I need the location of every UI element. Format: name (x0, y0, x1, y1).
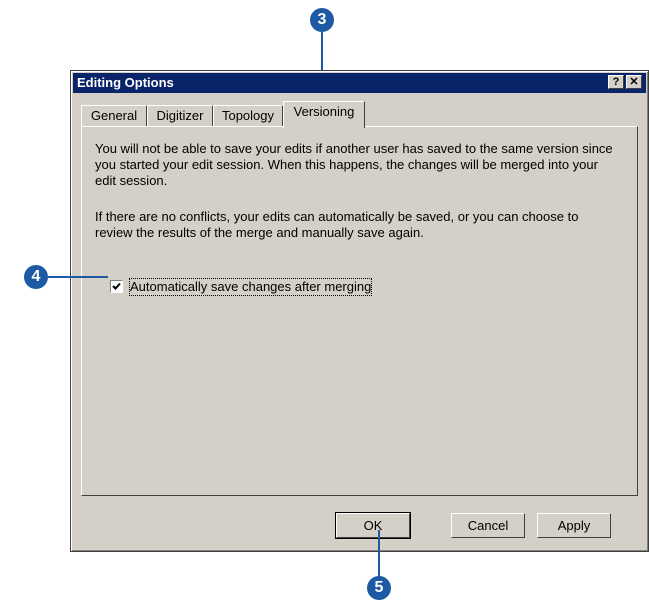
cancel-button[interactable]: Cancel (451, 513, 525, 538)
tab-versioning[interactable]: Versioning (283, 101, 365, 128)
help-button[interactable]: ? (608, 75, 624, 89)
merge-info-text: You will not be able to save your edits … (95, 141, 613, 188)
editing-options-dialog: Editing Options ? ✕ General Digitizer To… (70, 70, 649, 552)
title-bar: Editing Options ? ✕ (73, 73, 646, 93)
versioning-panel: You will not be able to save your edits … (81, 126, 638, 496)
tab-digitizer[interactable]: Digitizer (147, 105, 213, 127)
dialog-title: Editing Options (77, 75, 174, 90)
auto-save-label[interactable]: Automatically save changes after merging (128, 278, 373, 296)
ok-button[interactable]: OK (335, 512, 411, 539)
callout-5-leader (378, 530, 380, 578)
callout-3: 3 (310, 8, 334, 32)
close-button[interactable]: ✕ (626, 75, 642, 89)
auto-save-checkbox[interactable] (110, 280, 123, 293)
apply-button[interactable]: Apply (537, 513, 611, 538)
callout-4-leader (48, 276, 108, 278)
tab-general[interactable]: General (81, 105, 147, 127)
checkmark-icon (112, 282, 121, 290)
tab-topology[interactable]: Topology (213, 105, 283, 127)
callout-5: 5 (367, 576, 391, 600)
conflict-info-text: If there are no conflicts, your edits ca… (95, 209, 579, 240)
callout-4: 4 (24, 265, 48, 289)
